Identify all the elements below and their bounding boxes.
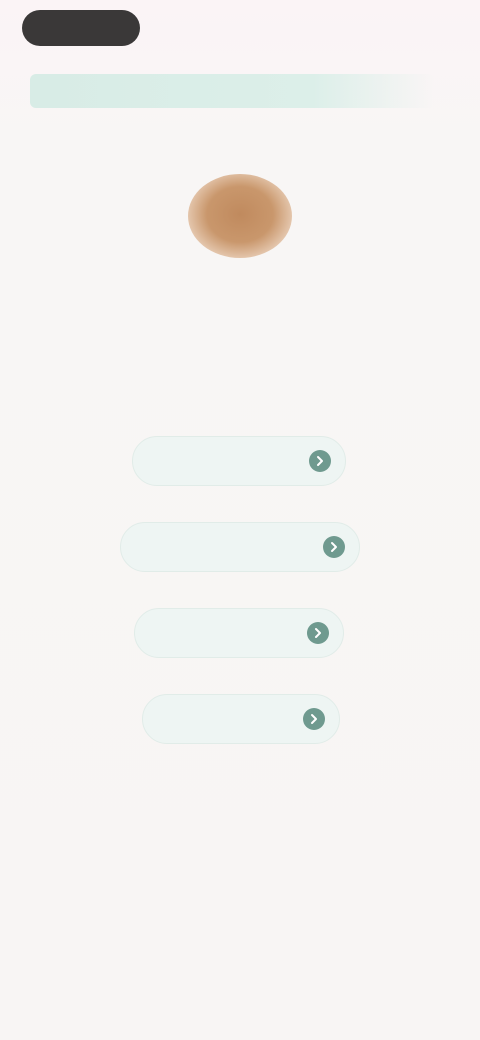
arrow-right-icon xyxy=(323,536,345,558)
avatar xyxy=(188,174,292,258)
choice-button-3[interactable] xyxy=(134,608,344,658)
top-pill[interactable] xyxy=(22,10,140,46)
choice-button-2[interactable] xyxy=(120,522,360,572)
arrow-right-icon xyxy=(307,622,329,644)
arrow-right-icon xyxy=(303,708,325,730)
choice-list xyxy=(0,0,480,1040)
subtitle-banner xyxy=(30,74,434,108)
arrow-right-icon xyxy=(309,450,331,472)
choice-button-4[interactable] xyxy=(142,694,340,744)
choice-button-1[interactable] xyxy=(132,436,346,486)
